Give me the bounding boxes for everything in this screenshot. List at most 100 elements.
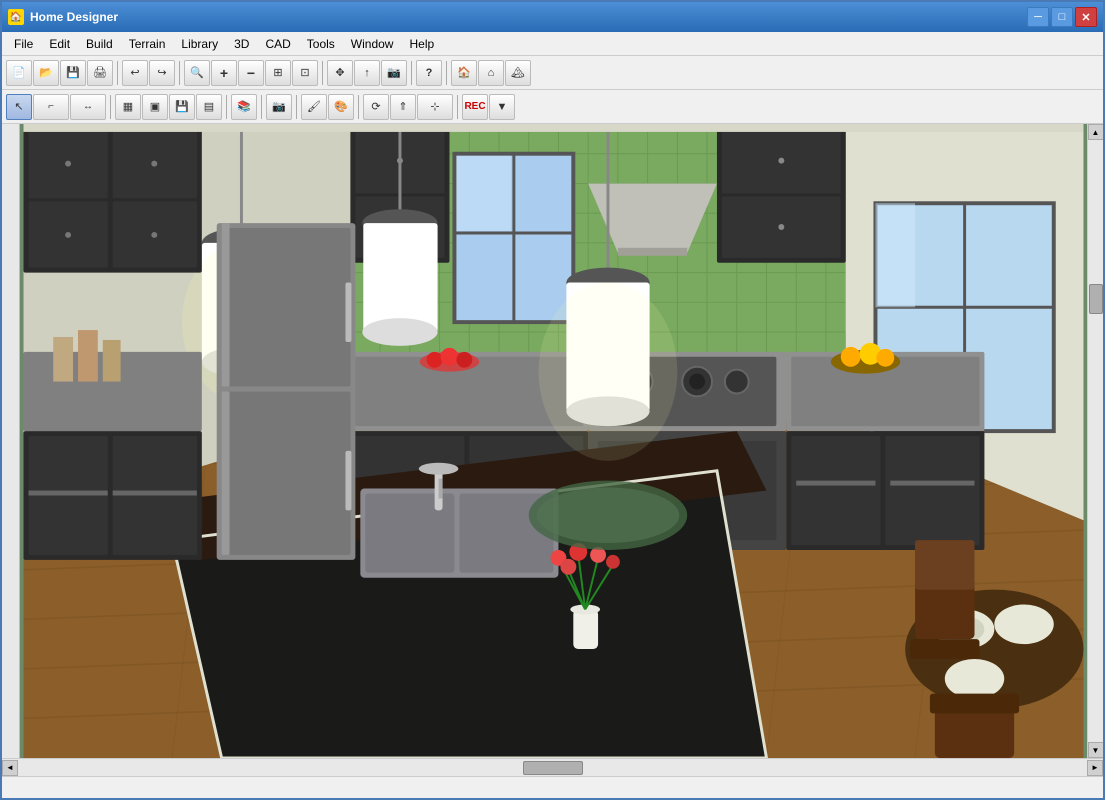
menu-file[interactable]: File (6, 35, 41, 53)
app-icon: 🏠 (8, 9, 24, 25)
menu-window[interactable]: Window (343, 35, 402, 53)
separator-3 (322, 61, 323, 85)
title-bar: 🏠 Home Designer ─ □ ✕ (2, 2, 1103, 32)
redo-button[interactable]: ↪ (149, 60, 175, 86)
separator-11 (457, 95, 458, 119)
camera2-button[interactable]: 📷 (266, 94, 292, 120)
roof-icon: ⌂ (488, 67, 495, 79)
record-icon: REC (464, 101, 485, 112)
select2-button[interactable]: ⊹ (417, 94, 453, 120)
fit-icon: ⊞ (273, 66, 282, 79)
record-button[interactable]: REC (462, 94, 488, 120)
paint-icon: 🖌 (307, 100, 321, 113)
scroll-thumb-horizontal[interactable] (523, 761, 583, 775)
pan-button[interactable]: ✥ (327, 60, 353, 86)
zoom-in-button[interactable]: + (211, 60, 237, 86)
separator-2 (179, 61, 180, 85)
arrow-up-icon: ↑ (364, 67, 370, 79)
save-icon: 💾 (66, 66, 80, 79)
close-button[interactable]: ✕ (1075, 7, 1097, 27)
new-button[interactable]: 📄 (6, 60, 32, 86)
fill-button[interactable]: ▦ (115, 94, 141, 120)
help-icon: ? (426, 67, 433, 79)
menu-cad[interactable]: CAD (257, 35, 298, 53)
material-button[interactable]: 🎨 (328, 94, 354, 120)
library-icon: 📚 (237, 100, 251, 113)
menu-tools[interactable]: Tools (299, 35, 343, 53)
window-title: Home Designer (30, 10, 1027, 24)
scroll-up-button[interactable]: ▲ (1088, 124, 1104, 140)
pan-icon: ✥ (335, 66, 344, 79)
arrow-group-icon: ⇑ (398, 100, 407, 113)
save2-button[interactable]: 💾 (169, 94, 195, 120)
new-icon: 📄 (12, 66, 26, 79)
zoom-out-button[interactable]: − (238, 60, 264, 86)
scroll-down-button[interactable]: ▼ (1088, 742, 1104, 758)
paint-button[interactable]: 🖌 (301, 94, 327, 120)
record-dropdown[interactable]: ▼ (489, 94, 515, 120)
menu-build[interactable]: Build (78, 35, 121, 53)
print-button[interactable]: 🖨 (87, 60, 113, 86)
polyline-icon: ⌐ (48, 101, 54, 112)
select-tool-button[interactable]: ↖ (6, 94, 32, 120)
arrow-group-button[interactable]: ⇑ (390, 94, 416, 120)
zoom-box-button[interactable]: ⊡ (292, 60, 318, 86)
undo-button[interactable]: ↩ (122, 60, 148, 86)
menu-3d[interactable]: 3D (226, 35, 257, 53)
library-button[interactable]: 📚 (231, 94, 257, 120)
polyline-button[interactable]: ⌐ (33, 94, 69, 120)
stairs-button[interactable]: ▤ (196, 94, 222, 120)
help-button[interactable]: ? (416, 60, 442, 86)
dimension-button[interactable]: ↔ (70, 94, 106, 120)
menu-edit[interactable]: Edit (41, 35, 78, 53)
separator-9 (296, 95, 297, 119)
cabinet-button[interactable]: ▣ (142, 94, 168, 120)
fit-button[interactable]: ⊞ (265, 60, 291, 86)
minimize-button[interactable]: ─ (1027, 7, 1049, 27)
menu-terrain[interactable]: Terrain (121, 35, 174, 53)
separator-4 (411, 61, 412, 85)
kitchen-render (20, 124, 1087, 758)
transform-button[interactable]: ⟳ (363, 94, 389, 120)
scroll-thumb-vertical[interactable] (1089, 284, 1103, 314)
terrain-icon: 🏔 (511, 66, 525, 79)
house-button[interactable]: 🏠 (451, 60, 477, 86)
separator-6 (110, 95, 111, 119)
menu-help[interactable]: Help (401, 35, 442, 53)
open-button[interactable]: 📂 (33, 60, 59, 86)
separator-8 (261, 95, 262, 119)
maximize-button[interactable]: □ (1051, 7, 1073, 27)
toolbar-main: 📄 📂 💾 🖨 ↩ ↪ 🔍 + − ⊞ ⊡ ✥ ↑ 📷 ? 🏠 ⌂ 🏔 (2, 56, 1103, 90)
horizontal-scrollbar[interactable]: ◄ ► (2, 758, 1103, 776)
separator-1 (117, 61, 118, 85)
scroll-track-horizontal (18, 761, 1087, 775)
left-ruler (2, 124, 20, 758)
vertical-scrollbar[interactable]: ▲ ▼ (1087, 124, 1103, 758)
open-icon: 📂 (39, 66, 53, 79)
arrow-up-button[interactable]: ↑ (354, 60, 380, 86)
camera-icon: 📷 (387, 66, 401, 79)
fill-icon: ▦ (123, 100, 133, 113)
zoom-box-icon: ⊡ (300, 66, 309, 79)
menu-library[interactable]: Library (173, 35, 226, 53)
roof-button[interactable]: ⌂ (478, 60, 504, 86)
redo-icon: ↪ (157, 66, 166, 79)
zoom-out-icon: − (247, 65, 255, 81)
dropdown-icon: ▼ (497, 101, 508, 113)
canvas-area[interactable] (20, 124, 1087, 758)
scroll-right-button[interactable]: ► (1087, 760, 1103, 776)
save-button[interactable]: 💾 (60, 60, 86, 86)
menu-bar: File Edit Build Terrain Library 3D CAD T… (2, 32, 1103, 56)
toolbar-draw: ↖ ⌐ ↔ ▦ ▣ 💾 ▤ 📚 📷 🖌 🎨 ⟳ ⇑ ⊹ REC ▼ (2, 90, 1103, 124)
transform-icon: ⟳ (371, 100, 380, 113)
terrain-button[interactable]: 🏔 (505, 60, 531, 86)
main-window: 🏠 Home Designer ─ □ ✕ File Edit Build Te… (0, 0, 1105, 800)
main-area: ▲ ▼ (2, 124, 1103, 758)
zoom-button[interactable]: 🔍 (184, 60, 210, 86)
camera2-icon: 📷 (272, 100, 286, 113)
camera-button[interactable]: 📷 (381, 60, 407, 86)
cabinet-icon: ▣ (150, 100, 160, 113)
window-controls: ─ □ ✕ (1027, 7, 1097, 27)
select2-icon: ⊹ (430, 100, 439, 113)
scroll-left-button[interactable]: ◄ (2, 760, 18, 776)
